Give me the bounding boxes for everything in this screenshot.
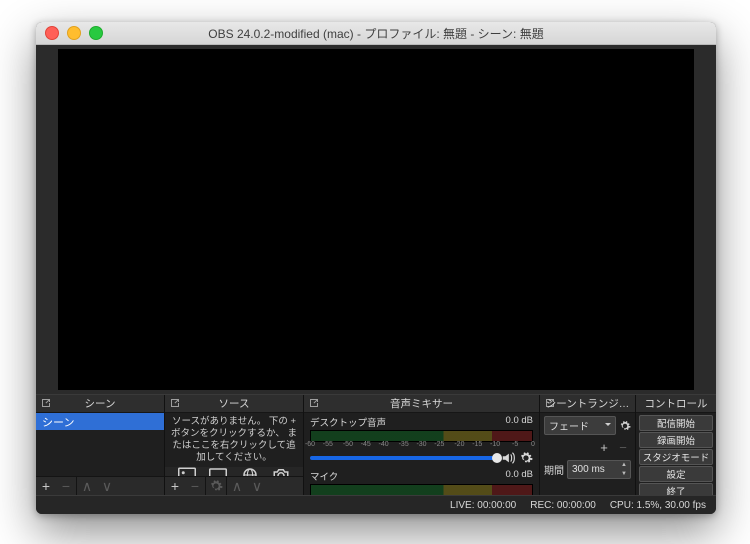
source-settings-button[interactable] (205, 477, 226, 495)
traffic-lights (45, 26, 103, 40)
transitions-title: シーントランジ… (546, 396, 629, 411)
sources-title: ソース (219, 396, 250, 411)
status-cpu: CPU: 1.5%, 30.00 fps (610, 500, 706, 511)
zoom-window-button[interactable] (89, 26, 103, 40)
mixer-channel-level: 0.0 dB (506, 415, 533, 429)
window-title: OBS 24.0.2-modified (mac) - プロファイル: 無題 -… (36, 25, 716, 42)
spin-down-icon[interactable]: ▼ (618, 470, 630, 479)
start-recording-button[interactable]: 録画開始 (639, 432, 713, 448)
settings-button[interactable]: 設定 (639, 466, 713, 482)
chevron-down-icon (604, 421, 612, 429)
meter-scale: -60-55-50-45-40-35-30-25-20-15-10-50 (310, 442, 533, 450)
add-scene-button[interactable]: + (36, 477, 56, 495)
popout-icon[interactable] (40, 397, 52, 409)
duration-label: 期間 (544, 462, 564, 477)
audio-meter (310, 484, 533, 495)
transition-select[interactable]: フェード (544, 416, 616, 435)
scenes-header[interactable]: シーン (36, 395, 164, 413)
transitions-body: フェード + − 期間 300 ms ▲▼ (540, 413, 635, 495)
transitions-header[interactable]: シーントランジ… (540, 395, 635, 413)
scenes-footer: + − ∧ ∨ (36, 476, 164, 495)
status-bar: LIVE: 00:00:00 REC: 00:00:00 CPU: 1.5%, … (36, 495, 716, 514)
mixer-channel-desktop: デスクトップ音声 0.0 dB -60-55-50-45-40-35-30-25… (304, 413, 539, 467)
scene-down-button[interactable]: ∨ (97, 477, 117, 495)
scene-item-selected[interactable]: シーン (36, 413, 164, 430)
mixer-channel-level: 0.0 dB (506, 469, 533, 483)
mixer-channel-mic: マイク 0.0 dB -60-55-50-45-40-35-30-25-20-1… (304, 467, 539, 495)
scenes-list[interactable]: シーン (36, 413, 164, 476)
duration-spinbox[interactable]: 300 ms ▲▼ (567, 460, 631, 479)
scene-up-button[interactable]: ∧ (76, 477, 97, 495)
program-preview[interactable] (58, 49, 694, 390)
sources-header[interactable]: ソース (165, 395, 303, 413)
titlebar[interactable]: OBS 24.0.2-modified (mac) - プロファイル: 無題 -… (36, 22, 716, 45)
controls-header[interactable]: コントロール (636, 395, 716, 413)
close-window-button[interactable] (45, 26, 59, 40)
controls-body: 配信開始 録画開始 スタジオモード 設定 終了 (636, 413, 716, 495)
source-up-button[interactable]: ∧ (226, 477, 247, 495)
image-source-icon (178, 467, 196, 477)
popout-icon[interactable] (308, 397, 320, 409)
minimize-window-button[interactable] (67, 26, 81, 40)
speaker-icon[interactable] (501, 451, 515, 465)
controls-dock: コントロール 配信開始 録画開始 スタジオモード 設定 終了 (636, 395, 716, 495)
mixer-dock: 音声ミキサー デスクトップ音声 0.0 dB -60-55-50-45-40-3… (304, 395, 540, 495)
mixer-channel-name: デスクトップ音声 (310, 415, 386, 429)
camera-source-icon (272, 467, 290, 477)
browser-source-icon (241, 467, 259, 477)
mixer-header[interactable]: 音声ミキサー (304, 395, 539, 413)
transition-current: フェード (549, 418, 589, 433)
exit-button[interactable]: 終了 (639, 483, 713, 495)
start-streaming-button[interactable]: 配信開始 (639, 415, 713, 431)
gear-icon[interactable] (619, 420, 631, 432)
scenes-dock: シーン シーン + − ∧ ∨ (36, 395, 165, 495)
source-type-icons (165, 467, 303, 477)
status-live: LIVE: 00:00:00 (450, 500, 516, 511)
volume-slider[interactable] (310, 456, 497, 460)
mixer-title: 音声ミキサー (390, 396, 453, 411)
docks-row: シーン シーン + − ∧ ∨ ソース ソースがありません。 下の + ボタンを… (36, 394, 716, 495)
status-rec: REC: 00:00:00 (530, 500, 596, 511)
gear-icon[interactable] (519, 451, 533, 465)
sources-footer: + − ∧ ∨ (165, 476, 303, 495)
source-down-button[interactable]: ∨ (247, 477, 267, 495)
controls-title: コントロール (645, 396, 708, 411)
duration-value: 300 ms (572, 464, 605, 475)
spin-up-icon[interactable]: ▲ (618, 461, 630, 470)
popout-icon[interactable] (169, 397, 181, 409)
remove-scene-button[interactable]: − (56, 477, 76, 495)
transition-remove-button[interactable]: − (615, 439, 631, 456)
mixer-channel-name: マイク (310, 469, 338, 483)
transition-add-button[interactable]: + (596, 439, 612, 456)
transitions-dock: シーントランジ… フェード + − 期間 (540, 395, 636, 495)
scenes-title: シーン (85, 396, 116, 411)
display-source-icon (209, 467, 227, 477)
popout-icon[interactable] (544, 397, 556, 409)
obs-window: OBS 24.0.2-modified (mac) - プロファイル: 無題 -… (36, 22, 716, 514)
mixer-body: デスクトップ音声 0.0 dB -60-55-50-45-40-35-30-25… (304, 413, 539, 495)
add-source-button[interactable]: + (165, 477, 185, 495)
sources-empty-hint: ソースがありません。 下の + ボタンをクリックするか、 またはここを右クリック… (165, 413, 303, 467)
remove-source-button[interactable]: − (185, 477, 205, 495)
sources-dock: ソース ソースがありません。 下の + ボタンをクリックするか、 またはここを右… (165, 395, 304, 495)
studio-mode-button[interactable]: スタジオモード (639, 449, 713, 465)
sources-body[interactable]: ソースがありません。 下の + ボタンをクリックするか、 またはここを右クリック… (165, 413, 303, 476)
preview-area (36, 45, 716, 394)
